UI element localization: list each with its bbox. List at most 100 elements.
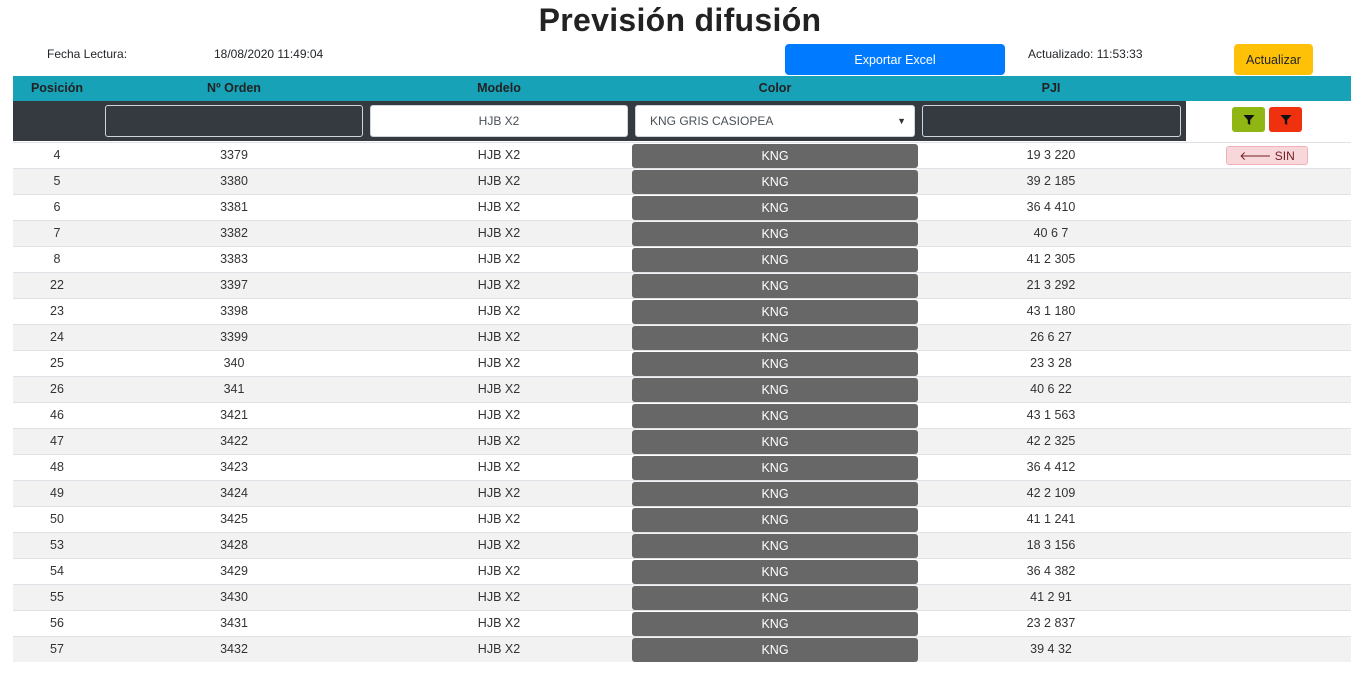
posicion-cell: 47 [50,434,64,448]
modelo-cell: HJB X2 [477,278,521,292]
pji-cell: 43 1 563 [1026,408,1076,422]
color-cell: KNG [632,326,918,350]
table-row[interactable]: 4 3379 HJB X2 KNG 19 3 220 🡐 SIN STOCK [13,142,1351,182]
pji-cell: 41 2 305 [1026,252,1076,266]
modelo-cell: HJB X2 [477,174,521,188]
table-row[interactable]: 25 340 HJB X2 KNG 23 3 28 [13,350,1351,376]
column-header-color[interactable]: Color [632,76,918,101]
color-cell: KNG [632,352,918,376]
refresh-button[interactable]: Actualizar [1234,44,1313,75]
color-cell: KNG [632,222,918,246]
table-row[interactable]: 26 341 HJB X2 KNG 40 6 22 [13,376,1351,402]
chevron-down-icon: ▼ [897,116,906,126]
pji-cell: 19 3 220 [1026,148,1076,162]
pji-cell: 39 2 185 [1026,174,1076,188]
column-header-posicion[interactable]: Posición [13,76,101,101]
color-cell: KNG [632,248,918,272]
pji-cell: 36 4 410 [1026,200,1076,214]
table-row[interactable]: 8 3383 HJB X2 KNG 41 2 305 [13,246,1351,272]
color-cell: KNG [632,300,918,324]
table-row[interactable]: 46 3421 HJB X2 KNG 43 1 563 [13,402,1351,428]
table-row[interactable]: 50 3425 HJB X2 KNG 41 1 241 [13,506,1351,532]
orden-cell: 3432 [220,642,248,656]
table-row[interactable]: 54 3429 HJB X2 KNG 36 4 382 [13,558,1351,584]
orden-cell: 3425 [220,512,248,526]
column-header-orden[interactable]: Nº Orden [105,76,363,101]
pji-cell: 26 6 27 [1030,330,1072,344]
color-filter-value: KNG GRIS CASIOPEA [650,114,774,128]
modelo-cell: HJB X2 [477,304,521,318]
color-cell: KNG [632,612,918,636]
apply-filter-button[interactable] [1232,107,1265,132]
orden-cell: 3383 [220,252,248,266]
table-row[interactable]: 23 3398 HJB X2 KNG 43 1 180 [13,298,1351,324]
table-row[interactable]: 49 3424 HJB X2 KNG 42 2 109 [13,480,1351,506]
orden-cell: 3380 [220,174,248,188]
filter-icon [1243,114,1254,125]
pji-cell: 43 1 180 [1026,304,1076,318]
posicion-cell: 23 [50,304,64,318]
table-row[interactable]: 57 3432 HJB X2 KNG 39 4 32 [13,636,1351,662]
table-row[interactable]: 6 3381 HJB X2 KNG 36 4 410 [13,194,1351,220]
table-body: 4 3379 HJB X2 KNG 19 3 220 🡐 SIN STOCK 5 3380 HJ… [13,142,1351,662]
posicion-cell: 49 [50,486,64,500]
posicion-cell: 24 [50,330,64,344]
modelo-cell: HJB X2 [477,148,521,162]
table-row[interactable]: 48 3423 HJB X2 KNG 36 4 412 [13,454,1351,480]
posicion-cell: 25 [50,356,64,370]
column-header-pji[interactable]: PJI [922,76,1180,101]
table-row[interactable]: 24 3399 HJB X2 KNG 26 6 27 [13,324,1351,350]
color-cell: KNG [632,274,918,298]
orden-filter-input[interactable] [105,105,363,137]
table-row[interactable]: 56 3431 HJB X2 KNG 23 2 837 [13,610,1351,636]
orden-cell: 3398 [220,304,248,318]
modelo-cell: HJB X2 [477,590,521,604]
export-excel-button[interactable]: Exportar Excel [785,44,1005,75]
pji-cell: 36 4 412 [1026,460,1076,474]
modelo-cell: HJB X2 [477,200,521,214]
modelo-cell: HJB X2 [477,434,521,448]
color-filter-select[interactable]: KNG GRIS CASIOPEA ▼ [635,105,915,137]
posicion-cell: 7 [53,226,61,240]
pji-filter-input[interactable] [922,105,1181,137]
table-row[interactable]: 22 3397 HJB X2 KNG 21 3 292 [13,272,1351,298]
table-row[interactable]: 47 3422 HJB X2 KNG 42 2 325 [13,428,1351,454]
orden-cell: 3399 [220,330,248,344]
posicion-cell: 53 [50,538,64,552]
modelo-filter-input[interactable]: HJB X2 [370,105,628,137]
sin-stock-badge[interactable]: 🡐 SIN STOCK [1226,146,1308,182]
column-header-modelo[interactable]: Modelo [370,76,628,101]
posicion-cell: 4 [53,148,61,162]
pji-cell: 39 4 32 [1030,642,1072,656]
fecha-lectura-label: Fecha Lectura: [47,47,128,61]
modelo-cell: HJB X2 [477,512,521,526]
posicion-cell: 57 [50,642,64,656]
posicion-cell: 50 [50,512,64,526]
table-header: Posición Nº Orden Modelo Color PJI [13,76,1351,101]
table-row[interactable]: 7 3382 HJB X2 KNG 40 6 7 [13,220,1351,246]
clear-filter-button[interactable] [1269,107,1302,132]
color-cell: KNG [632,456,918,480]
table-row[interactable]: 53 3428 HJB X2 KNG 18 3 156 [13,532,1351,558]
color-cell: KNG [632,144,918,168]
modelo-cell: HJB X2 [477,226,521,240]
color-cell: KNG [632,534,918,558]
orden-cell: 3397 [220,278,248,292]
posicion-cell: 22 [50,278,64,292]
modelo-cell: HJB X2 [477,252,521,266]
modelo-cell: HJB X2 [477,408,521,422]
orden-cell: 3423 [220,460,248,474]
pji-cell: 23 2 837 [1026,616,1076,630]
posicion-cell: 46 [50,408,64,422]
table-row[interactable]: 5 3380 HJB X2 KNG 39 2 185 [13,168,1351,194]
fecha-lectura-value: 18/08/2020 11:49:04 [214,47,324,61]
updated-time: Actualizado: 11:53:33 [1028,47,1143,61]
color-cell: KNG [632,560,918,584]
modelo-cell: HJB X2 [477,642,521,656]
pji-cell: 18 3 156 [1026,538,1076,552]
table-row[interactable]: 55 3430 HJB X2 KNG 41 2 91 [13,584,1351,610]
color-cell: KNG [632,586,918,610]
posicion-cell: 56 [50,616,64,630]
filter-clear-icon [1280,114,1291,125]
modelo-cell: HJB X2 [477,616,521,630]
